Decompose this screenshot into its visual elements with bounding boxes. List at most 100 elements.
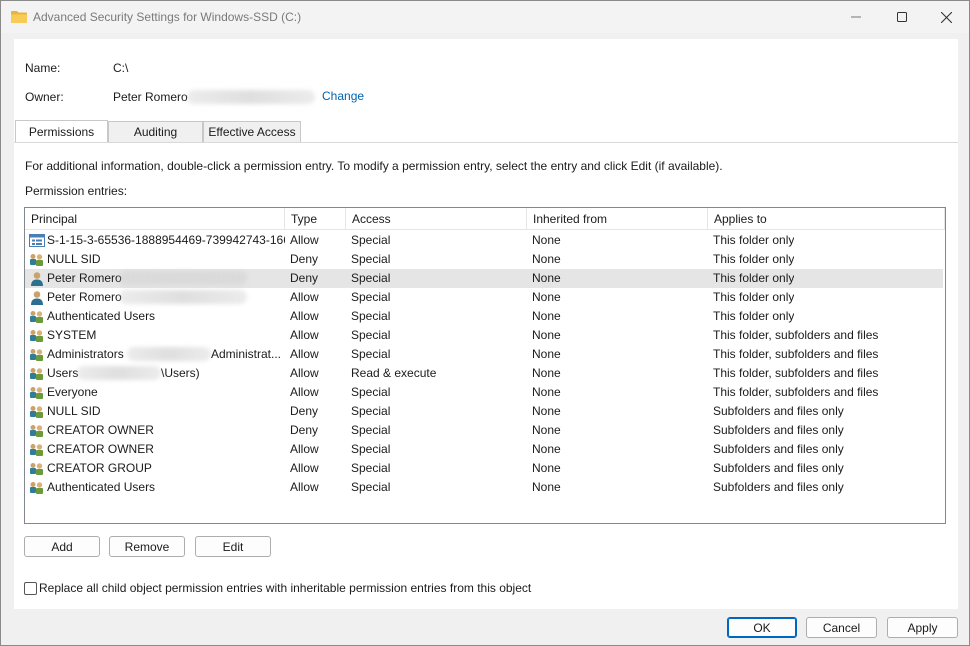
- redacted-principal-detail: [119, 290, 247, 304]
- edit-button[interactable]: Edit: [195, 536, 271, 557]
- entry-inherited-from: None: [532, 233, 561, 247]
- entry-type: Allow: [290, 442, 319, 456]
- table-row[interactable]: NULL SID Deny Special None Subfolders and fi…: [25, 402, 943, 421]
- maximize-icon: [897, 12, 907, 22]
- entry-principal: NULL SID: [47, 404, 101, 418]
- tab-permissions[interactable]: Permissions: [15, 120, 108, 143]
- entry-type: Allow: [290, 480, 319, 494]
- redacted-principal-detail: [119, 271, 247, 285]
- table-row[interactable]: Administrators Administrat... Allow Special…: [25, 345, 943, 364]
- entry-applies-to: This folder, subfolders and files: [713, 347, 879, 361]
- entry-type: Allow: [290, 385, 319, 399]
- sid-icon: [29, 234, 45, 247]
- add-button[interactable]: Add: [24, 536, 100, 557]
- entry-access: Special: [351, 423, 391, 437]
- table-row[interactable]: CREATOR OWNER Deny Special None Subfolders a…: [25, 421, 943, 440]
- replace-child-permissions-label[interactable]: Replace all child object permission entr…: [39, 581, 531, 595]
- table-row[interactable]: Authenticated Users Allow Special None This …: [25, 307, 943, 326]
- owner-value: Peter Romero: [113, 90, 188, 104]
- entry-inherited-from: None: [532, 347, 561, 361]
- table-row[interactable]: CREATOR OWNER Allow Special None Subfolders …: [25, 440, 943, 459]
- user-icon: [31, 291, 43, 305]
- entry-inherited-from: None: [532, 385, 561, 399]
- entry-access: Special: [351, 309, 391, 323]
- table-row[interactable]: NULL SID Deny Special None This folder only: [25, 250, 943, 269]
- entry-inherited-from: None: [532, 461, 561, 475]
- entry-applies-to: This folder only: [713, 309, 795, 323]
- replace-child-permissions-checkbox[interactable]: [24, 582, 37, 595]
- folder-icon: [11, 11, 27, 23]
- maximize-button[interactable]: [879, 1, 925, 33]
- cancel-button[interactable]: Cancel: [806, 617, 877, 638]
- tab-effective-access[interactable]: Effective Access: [203, 121, 301, 142]
- entry-principal: CREATOR OWNER: [47, 423, 154, 437]
- entry-type: Allow: [290, 328, 319, 342]
- group-icon: [30, 444, 43, 456]
- group-icon: [30, 482, 43, 494]
- entry-inherited-from: None: [532, 404, 561, 418]
- name-value: C:\: [113, 61, 129, 75]
- column-access[interactable]: Access: [346, 208, 527, 230]
- entry-principal: Authenticated Users: [47, 309, 156, 323]
- entry-applies-to: Subfolders and files only: [713, 461, 844, 475]
- entry-principal: Administrators: [47, 347, 124, 361]
- entry-principal-suffix: \Users): [161, 366, 200, 380]
- entry-type: Deny: [290, 252, 319, 266]
- entry-access: Special: [351, 290, 391, 304]
- entry-inherited-from: None: [532, 442, 561, 456]
- tab-auditing[interactable]: Auditing: [108, 121, 203, 142]
- redacted-principal-detail: [77, 366, 161, 380]
- entry-access: Special: [351, 442, 391, 456]
- entry-type: Allow: [290, 461, 319, 475]
- entry-principal: CREATOR GROUP: [47, 461, 152, 475]
- entry-applies-to: This folder only: [713, 252, 795, 266]
- group-icon: [30, 387, 43, 399]
- column-applies-to[interactable]: Applies to: [708, 208, 945, 230]
- table-row[interactable]: Users \Users) Allow Read & execute None This …: [25, 364, 943, 383]
- minimize-button[interactable]: [833, 1, 879, 33]
- entry-principal: Everyone: [47, 385, 98, 399]
- entry-inherited-from: None: [532, 328, 561, 342]
- title-bar[interactable]: Advanced Security Settings for Windows-S…: [1, 1, 969, 33]
- entry-principal: SYSTEM: [47, 328, 97, 342]
- entry-inherited-from: None: [532, 252, 561, 266]
- table-row[interactable]: Peter Romero Deny Special None This folder o…: [25, 269, 943, 288]
- entry-applies-to: This folder only: [713, 290, 795, 304]
- entry-principal: S-1-15-3-65536-1888954469-739942743-166.…: [47, 233, 285, 247]
- table-row[interactable]: Everyone Allow Special None This folder, sub…: [25, 383, 943, 402]
- table-row[interactable]: SYSTEM Allow Special None This folder, subfo…: [25, 326, 943, 345]
- entry-applies-to: Subfolders and files only: [713, 442, 844, 456]
- entry-type: Allow: [290, 290, 319, 304]
- table-row[interactable]: S-1-15-3-65536-1888954469-739942743-166.…: [25, 231, 943, 250]
- ok-button[interactable]: OK: [727, 617, 797, 638]
- column-type[interactable]: Type: [285, 208, 346, 230]
- change-owner-link[interactable]: Change: [322, 89, 364, 103]
- close-button[interactable]: [923, 1, 969, 33]
- entry-principal: Users: [47, 366, 79, 380]
- group-icon: [30, 330, 43, 342]
- entry-principal-suffix: Administrat...: [211, 347, 282, 361]
- entry-access: Special: [351, 233, 391, 247]
- entry-type: Allow: [290, 366, 319, 380]
- table-row[interactable]: Peter Romero Allow Special None This folder …: [25, 288, 943, 307]
- entry-applies-to: This folder, subfolders and files: [713, 328, 879, 342]
- column-inherited-from[interactable]: Inherited from: [527, 208, 708, 230]
- entry-access: Special: [351, 328, 391, 342]
- apply-button[interactable]: Apply: [887, 617, 958, 638]
- permission-entries-list[interactable]: Principal Type Access Inherited from App…: [24, 207, 946, 524]
- remove-button[interactable]: Remove: [109, 536, 185, 557]
- entry-access: Special: [351, 252, 391, 266]
- column-principal[interactable]: Principal: [25, 208, 285, 230]
- entry-inherited-from: None: [532, 271, 561, 285]
- table-row[interactable]: CREATOR GROUP Allow Special None Subfolders …: [25, 459, 943, 478]
- tab-panel-divider: [14, 142, 958, 143]
- entry-type: Allow: [290, 309, 319, 323]
- group-icon: [30, 406, 43, 418]
- redacted-principal-detail: [127, 347, 211, 361]
- entry-type: Deny: [290, 404, 319, 418]
- user-icon: [31, 272, 43, 286]
- permission-entries-label: Permission entries:: [25, 184, 128, 198]
- entry-access: Special: [351, 385, 391, 399]
- owner-label: Owner:: [25, 90, 64, 104]
- table-row[interactable]: Authenticated Users Allow Special None Subfo…: [25, 478, 943, 497]
